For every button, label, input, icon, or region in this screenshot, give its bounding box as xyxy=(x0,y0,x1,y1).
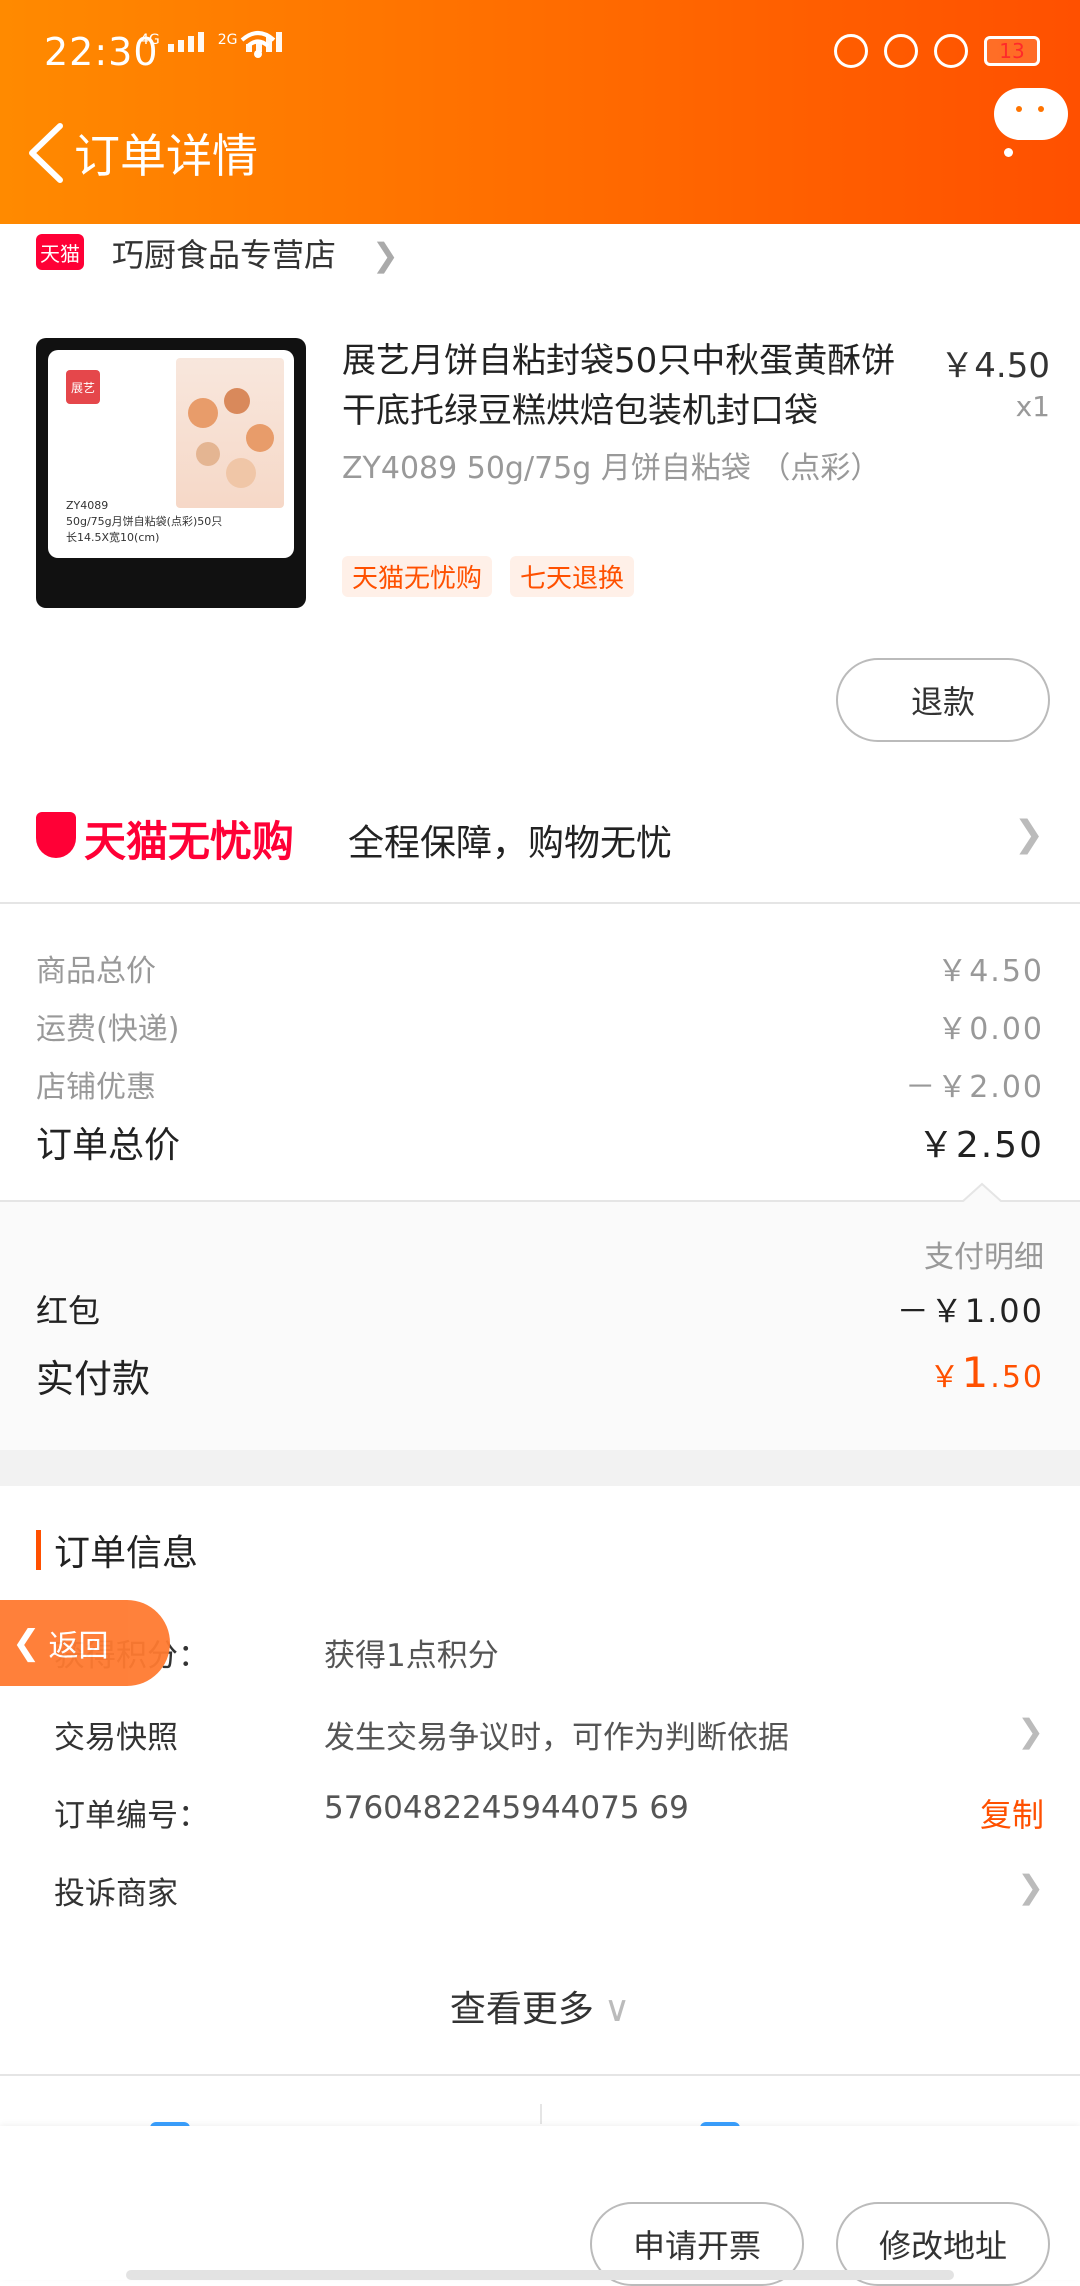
amount-decimal: .50 xyxy=(990,1360,1044,1395)
shop-name[interactable]: 巧厨食品专营店 xyxy=(112,230,336,276)
product-sku: ZY4089 50g/75g 月饼自粘袋 （点彩） xyxy=(342,451,881,486)
chevron-down-icon: ∨ xyxy=(603,1989,631,2030)
floating-back-button[interactable]: ❮ 返回 xyxy=(0,1600,170,1686)
red-packet-value: －￥1.00 xyxy=(896,1292,1044,1330)
order-total-label: 订单总价 xyxy=(36,1125,181,1166)
section-accent-bar xyxy=(36,1530,41,1570)
order-number-label: 订单编号： xyxy=(54,1798,209,1834)
shop-row[interactable]: 天猫 巧厨食品专营店 ❯ xyxy=(0,224,1080,284)
product-tags: 天猫无忧购 七天退换 xyxy=(342,556,635,597)
amount-integer: 1 xyxy=(961,1348,991,1397)
tmall-badge: 天猫 xyxy=(36,234,84,270)
wifi-icon xyxy=(240,31,276,58)
product-title[interactable]: 展艺月饼自粘封袋50只中秋蛋黄酥饼干底托绿豆糕烘焙包装机封口袋 xyxy=(342,336,922,436)
brand-logo: 展艺 xyxy=(66,370,100,404)
snapshot-row[interactable]: 交易快照 发生交易争议时，可作为判断依据 ❯ xyxy=(54,1712,1044,1772)
product-price: ￥4.50 xyxy=(940,346,1050,386)
copy-button[interactable]: 复制 xyxy=(980,1790,1044,1836)
page-title: 订单详情 xyxy=(74,129,258,183)
divider xyxy=(540,2104,542,2124)
price-value: ￥0.00 xyxy=(937,1012,1044,1047)
see-more-label: 查看更多 xyxy=(449,1989,594,2030)
floating-back-label: 返回 xyxy=(48,1629,109,1664)
order-number-row: 订单编号： 5760482245944075 69 复制 xyxy=(54,1790,1044,1850)
product-image[interactable]: 展艺 ZY4089 50g/75g月饼自粘袋(点彩)50只 长14.5X宽10(… xyxy=(36,338,306,608)
complain-label: 投诉商家 xyxy=(54,1876,178,1912)
net-type-2g: 2G xyxy=(217,32,238,48)
guarantee-brand: 天猫无忧购 xyxy=(84,817,295,866)
alarm-icon xyxy=(934,34,968,68)
shield-icon xyxy=(36,812,76,858)
message-icon[interactable] xyxy=(994,88,1068,140)
price-value: ￥4.50 xyxy=(937,954,1044,989)
pointer-arrow-icon xyxy=(962,1182,1002,1202)
points-value: 获得1点积分 xyxy=(324,1638,499,1674)
lock-icon xyxy=(884,34,918,68)
price-value: －￥2.00 xyxy=(905,1070,1044,1105)
order-number-value: 5760482245944075 69 xyxy=(324,1790,689,1826)
order-total-value: ￥2.50 xyxy=(917,1125,1044,1166)
snapshot-value: 发生交易争议时，可作为判断依据 xyxy=(324,1720,789,1756)
actual-payment-label: 实付款 xyxy=(36,1357,151,1401)
chevron-left-icon: ❮ xyxy=(12,1623,41,1663)
chevron-right-icon: ❯ xyxy=(372,236,399,274)
payment-section: 支付明细 红包 －￥1.00 实付款 ￥1.50 xyxy=(0,1182,1080,1450)
more-menu-icon[interactable] xyxy=(1004,148,1014,172)
guarantee-text: 全程保障，购物无忧 xyxy=(348,823,673,864)
chevron-right-icon: ❯ xyxy=(1017,1712,1044,1750)
red-packet-label: 红包 xyxy=(36,1292,101,1330)
product-image-caption: ZY4089 50g/75g月饼自粘袋(点彩)50只 长14.5X宽10(cm) xyxy=(66,499,223,544)
back-arrow-icon[interactable] xyxy=(18,118,78,188)
price-label: 商品总价 xyxy=(36,954,156,989)
tag-worry-free: 天猫无忧购 xyxy=(342,556,493,597)
payment-detail-link[interactable]: 支付明细 xyxy=(924,1232,1044,1276)
tag-seven-day-return: 七天退换 xyxy=(510,556,635,597)
product-photo xyxy=(176,358,284,508)
complain-row[interactable]: 投诉商家 ❯ xyxy=(54,1868,1044,1928)
currency-symbol: ￥ xyxy=(929,1360,962,1395)
actual-payment-value: ￥1.50 xyxy=(930,1348,1044,1397)
see-more-button[interactable]: 查看更多 ∨ xyxy=(0,1980,1080,2032)
home-indicator xyxy=(126,2270,954,2280)
order-info-title: 订单信息 xyxy=(54,1533,199,1574)
product-image-card: 展艺 ZY4089 50g/75g月饼自粘袋(点彩)50只 长14.5X宽10(… xyxy=(48,350,294,558)
signal-4g-icon: 4G xyxy=(140,32,204,52)
snapshot-label: 交易快照 xyxy=(54,1720,178,1756)
section-separator xyxy=(0,1450,1080,1486)
refund-button[interactable]: 退款 xyxy=(836,658,1050,742)
guarantee-row[interactable]: 天猫无忧购 全程保障，购物无忧 ❯ xyxy=(0,790,1080,888)
battery-icon: 13 xyxy=(984,36,1040,66)
points-row: 获得积分： 获得1点积分 xyxy=(54,1630,1044,1690)
battery-level: 13 xyxy=(999,39,1025,63)
net-type-4g: 4G xyxy=(140,32,160,48)
chevron-right-icon: ❯ xyxy=(1017,1868,1044,1906)
chevron-right-icon: ❯ xyxy=(1013,814,1044,855)
divider xyxy=(0,2074,1080,2076)
product-quantity: x1 xyxy=(1015,390,1050,423)
status-right-icons: 13 xyxy=(834,34,1040,68)
status-bar: 22:30 4G 2G 13 xyxy=(0,0,1080,110)
app-header: 22:30 4G 2G 13 订单详情 xyxy=(0,0,1080,224)
divider xyxy=(0,902,1080,904)
price-label: 店铺优惠 xyxy=(36,1070,156,1105)
vibrate-icon xyxy=(834,34,868,68)
price-label: 运费(快递) xyxy=(36,1012,180,1047)
